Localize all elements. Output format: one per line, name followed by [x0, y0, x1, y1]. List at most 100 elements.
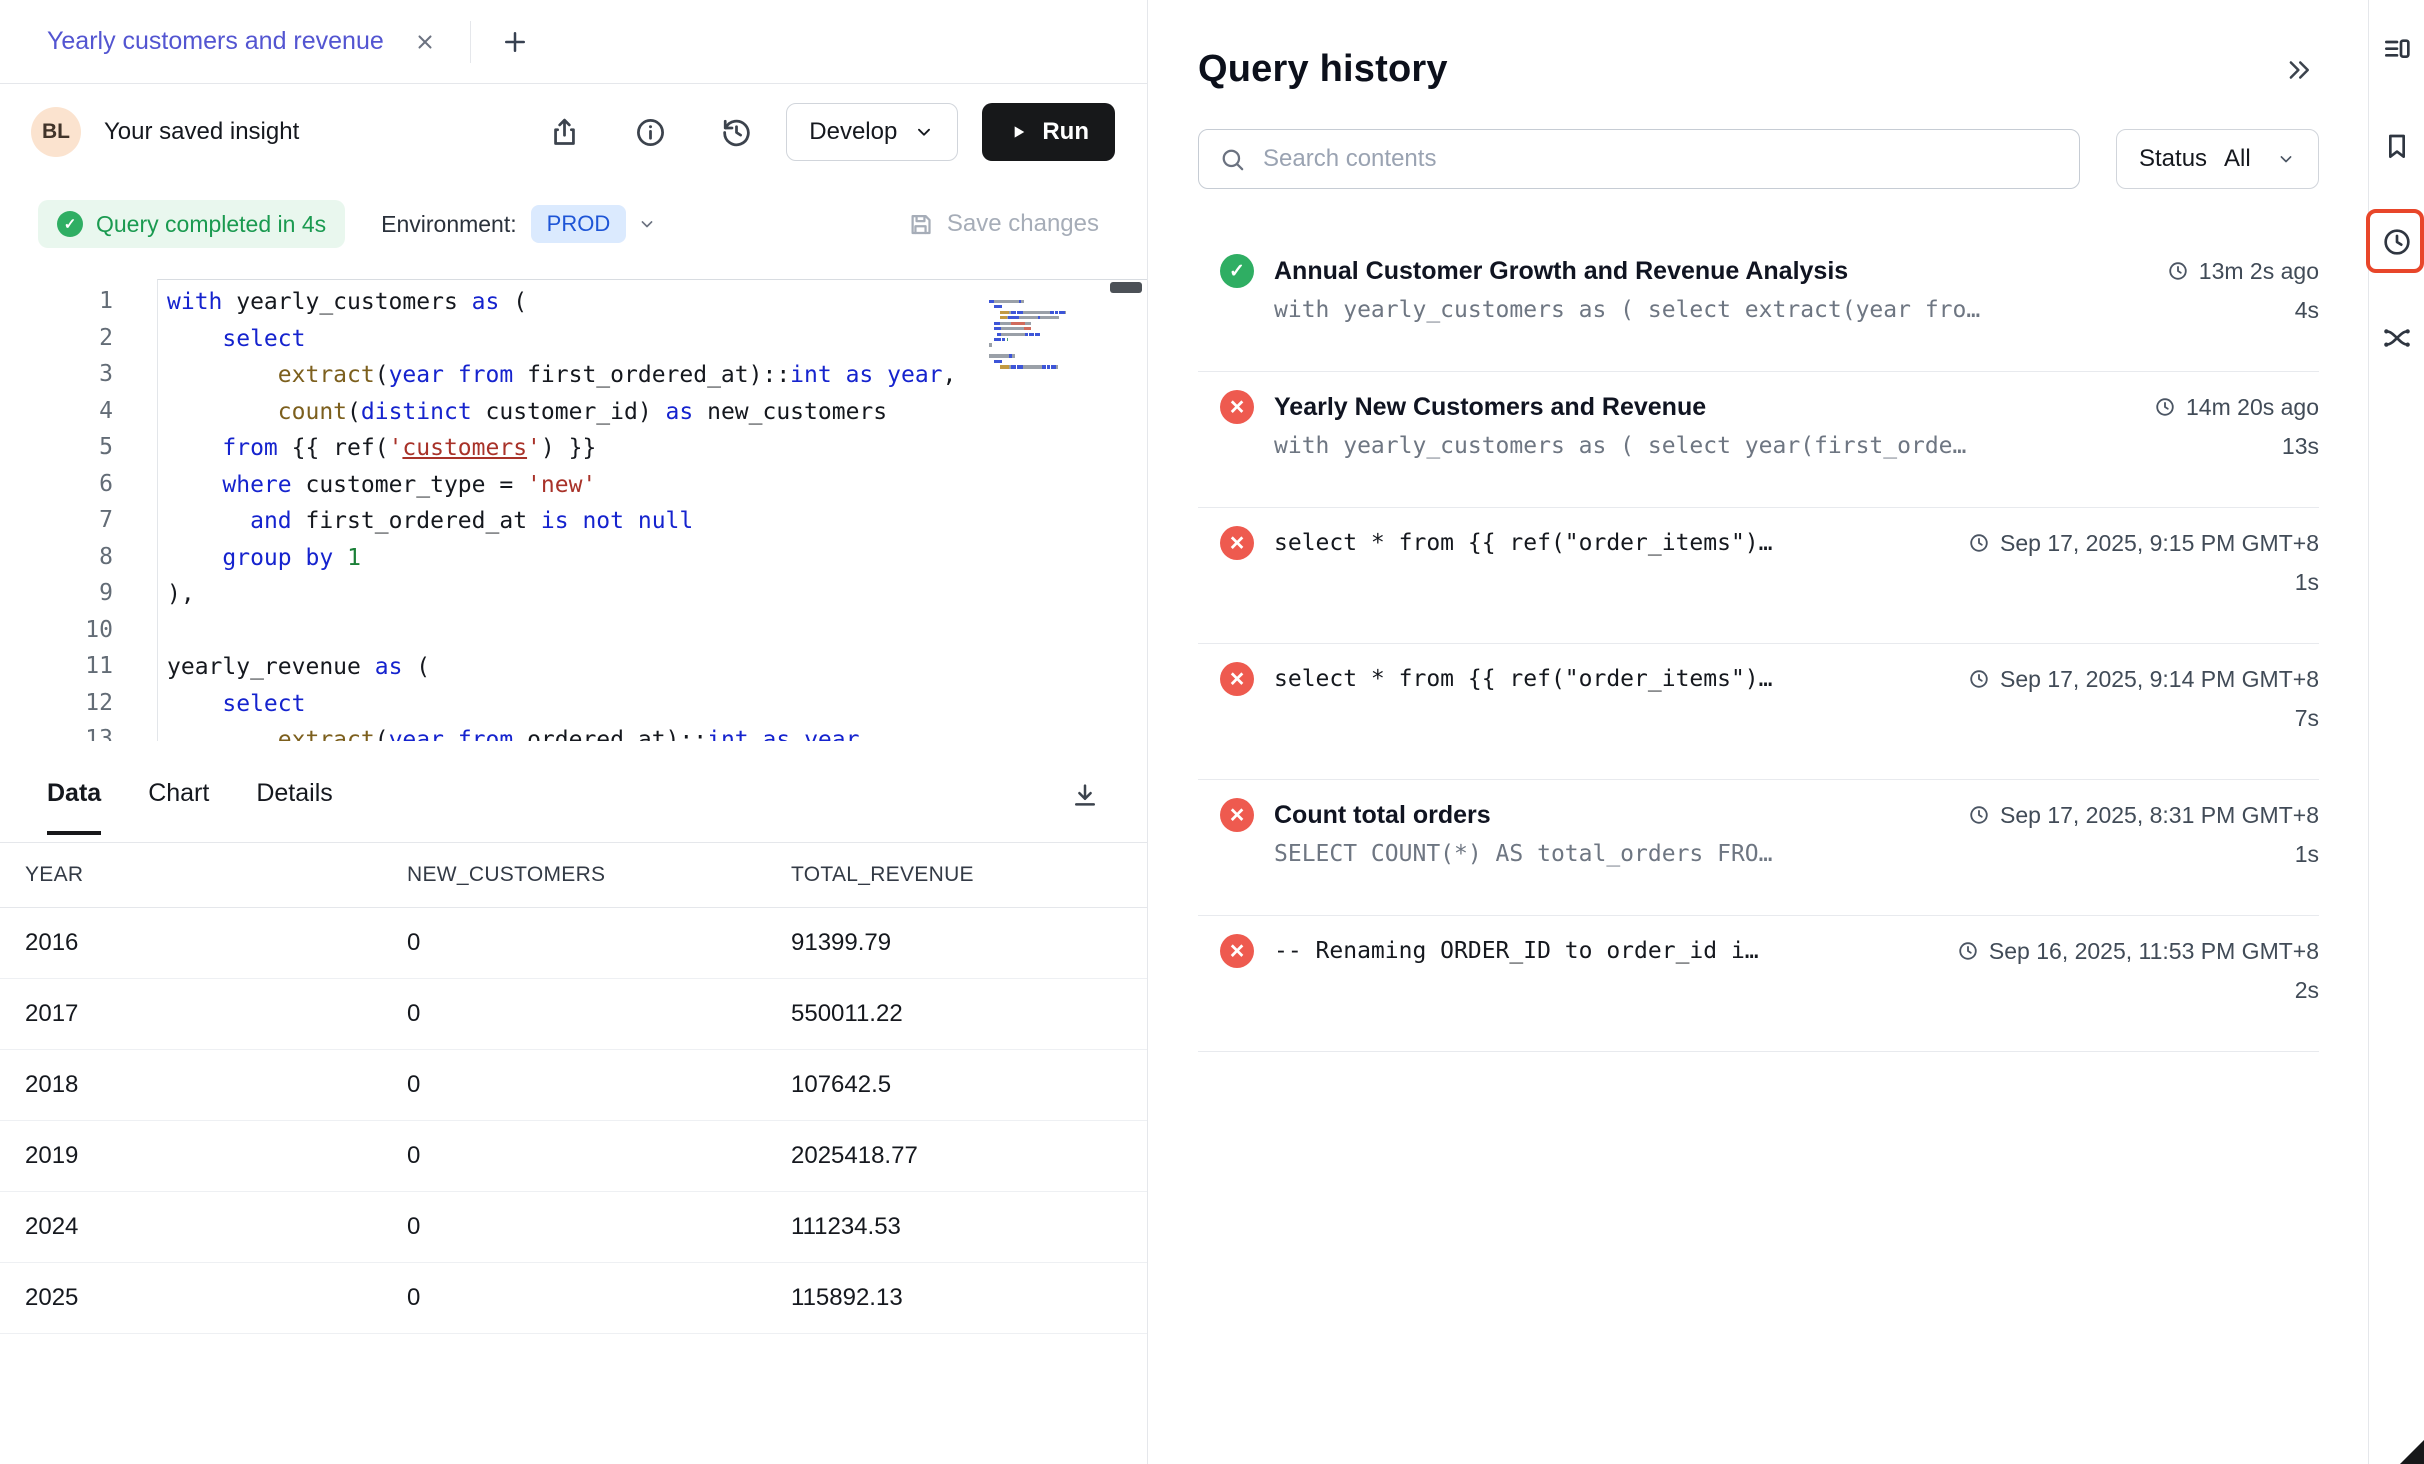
table-cell: 0: [382, 1071, 766, 1099]
clock-icon: [2154, 396, 2176, 418]
table-header: YEAR NEW_CUSTOMERS TOTAL_REVENUE: [0, 842, 1147, 908]
chevron-down-icon: [913, 121, 935, 143]
info-icon: [634, 116, 667, 149]
new-tab-button[interactable]: [497, 24, 533, 60]
environment-dropdown[interactable]: [636, 213, 658, 235]
save-icon: [907, 211, 934, 238]
history-title: select * from {{ ref("order_items")…: [1274, 530, 1948, 556]
results-table: YEAR NEW_CUSTOMERS TOTAL_REVENUE 2016091…: [0, 842, 1147, 1334]
collapse-panel-button[interactable]: [2279, 50, 2319, 90]
history-title: Annual Customer Growth and Revenue Analy…: [1274, 257, 2147, 286]
column-header-new-customers[interactable]: NEW_CUSTOMERS: [382, 863, 766, 887]
table-cell: 0: [382, 1284, 766, 1312]
status-filter-value: All: [2224, 145, 2251, 173]
history-duration: 7s: [2295, 705, 2319, 732]
clock-icon: [1957, 940, 1979, 962]
sql-editor[interactable]: 12345678910111213 with yearly_customers …: [0, 279, 1147, 741]
history-title: select * from {{ ref("order_items")…: [1274, 666, 1948, 692]
search-box[interactable]: [1198, 129, 2080, 189]
tab-yearly-customers-and-revenue[interactable]: Yearly customers and revenue: [0, 0, 470, 83]
toolbar-icons: [544, 112, 756, 152]
query-status-pill: Query completed in 4s: [38, 200, 345, 248]
code-area[interactable]: with yearly_customers as ( select extrac…: [157, 279, 1147, 741]
app-root: Yearly customers and revenue BL Your sav…: [0, 0, 2424, 1464]
table-cell: 2017: [0, 1000, 382, 1028]
query-history-controls: Status All: [1198, 129, 2319, 189]
history-entry[interactable]: select * from {{ ref("order_items")… Sep …: [1198, 508, 2319, 644]
gutter: 12345678910111213: [0, 279, 157, 741]
close-icon[interactable]: [412, 29, 438, 55]
play-icon: [1008, 122, 1028, 142]
double-chevron-right-icon: [2284, 55, 2314, 85]
avatar[interactable]: BL: [31, 107, 81, 157]
tab-data[interactable]: Data: [47, 755, 101, 835]
table-cell: 2019: [0, 1142, 382, 1170]
history-list: Annual Customer Growth and Revenue Analy…: [1198, 236, 2319, 1052]
table-row: 2016091399.79: [0, 908, 1147, 979]
query-status-text: Query completed in 4s: [96, 211, 326, 238]
queue-button[interactable]: [2377, 30, 2417, 70]
history-entry[interactable]: select * from {{ ref("order_items")… Sep …: [1198, 644, 2319, 780]
history-duration: 13s: [2282, 433, 2319, 460]
table-cell: 0: [382, 1213, 766, 1241]
error-icon: [1220, 934, 1254, 968]
editor-pane: Yearly customers and revenue BL Your sav…: [0, 0, 1148, 1464]
table-cell: 2025418.77: [766, 1142, 1147, 1170]
history-snippet: SELECT COUNT(*) AS total_orders FRO…: [1274, 841, 2295, 867]
info-button[interactable]: [630, 112, 670, 152]
table-cell: 115892.13: [766, 1284, 1147, 1312]
environment-label: Environment:: [381, 211, 517, 238]
status-filter-dropdown[interactable]: Status All: [2116, 129, 2319, 189]
query-history-rail-button[interactable]: [2377, 222, 2417, 262]
history-entry[interactable]: Yearly New Customers and Revenue14m 20s …: [1198, 372, 2319, 508]
table-cell: 0: [382, 929, 766, 957]
scrollbar-thumb[interactable]: [1110, 282, 1142, 293]
history-entry[interactable]: -- Renaming ORDER_ID to order_id i…Sep 1…: [1198, 916, 2319, 1052]
clock-icon: [2167, 260, 2189, 282]
history-entry[interactable]: Annual Customer Growth and Revenue Analy…: [1198, 236, 2319, 372]
table-cell: 2018: [0, 1071, 382, 1099]
history-snippet: with yearly_customers as ( select year(f…: [1274, 433, 2282, 459]
error-icon: [1220, 526, 1254, 560]
history-time: Sep 17, 2025, 8:31 PM GMT+8: [1968, 802, 2319, 829]
lineage-button[interactable]: [2377, 318, 2417, 358]
environment-badge[interactable]: PROD: [531, 205, 627, 243]
table-row: 20180107642.5: [0, 1050, 1147, 1121]
history-time: 14m 20s ago: [2154, 394, 2319, 421]
develop-label: Develop: [809, 118, 897, 146]
search-input[interactable]: [1261, 144, 2059, 174]
queue-icon: [2381, 34, 2413, 66]
chevron-down-icon: [637, 214, 657, 234]
history-time: 13m 2s ago: [2167, 258, 2319, 285]
history-time: Sep 16, 2025, 11:53 PM GMT+8: [1957, 938, 2319, 965]
history-time: Sep 17, 2025, 9:15 PM GMT+8: [1968, 530, 2319, 557]
history-time: Sep 17, 2025, 9:14 PM GMT+8: [1968, 666, 2319, 693]
minimap[interactable]: [989, 285, 1099, 356]
insight-title: Your saved insight: [104, 118, 299, 146]
table-cell: 111234.53: [766, 1213, 1147, 1241]
check-icon: [57, 211, 83, 237]
develop-dropdown[interactable]: Develop: [786, 103, 958, 161]
history-entry[interactable]: Count total orders Sep 17, 2025, 8:31 PM …: [1198, 780, 2319, 916]
column-header-year[interactable]: YEAR: [0, 863, 382, 887]
insight-toolbar: BL Your saved insight Develop R: [0, 84, 1147, 180]
column-header-total-revenue[interactable]: TOTAL_REVENUE: [766, 863, 1147, 887]
history-title: Count total orders: [1274, 801, 1948, 830]
tab-data-label: Data: [47, 779, 101, 808]
share-button[interactable]: [544, 112, 584, 152]
save-changes-button[interactable]: Save changes: [907, 210, 1099, 238]
resize-corner: [2400, 1440, 2424, 1464]
tab-chart[interactable]: Chart: [148, 755, 209, 835]
clock-icon: [1968, 668, 1990, 690]
table-cell: 2025: [0, 1284, 382, 1312]
status-filter-label: Status: [2139, 145, 2207, 173]
lineage-icon: [2381, 322, 2413, 354]
bookmark-button[interactable]: [2377, 126, 2417, 166]
query-history-panel: Query history Status All Annual Customer…: [1149, 0, 2368, 1464]
download-button[interactable]: [1065, 775, 1105, 815]
run-button[interactable]: Run: [982, 103, 1115, 161]
query-history-header: Query history: [1198, 48, 2319, 91]
version-history-button[interactable]: [716, 112, 756, 152]
right-rail: [2368, 0, 2424, 1464]
tab-details[interactable]: Details: [256, 755, 332, 835]
